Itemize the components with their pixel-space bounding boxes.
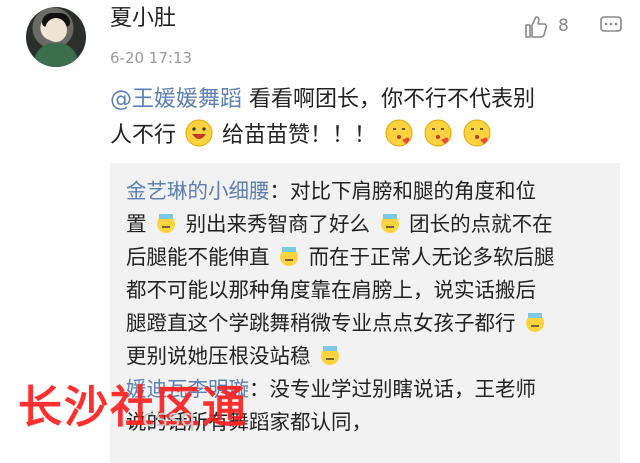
comment-text-line2-after: 给苗苗赞！！！ [215, 123, 377, 148]
quoted-line: ：对比下肩膀和腿的角度和位 [269, 179, 537, 203]
comment-body: @王媛媛舞蹈 看看啊团长，你不行不代表别 人不行 给苗苗赞！！！ [110, 82, 620, 154]
kiss-emoji-icon [463, 119, 491, 147]
sweat-emoji-icon [321, 346, 340, 365]
comment-text-line2: 人不行 [110, 123, 177, 148]
comment-icon[interactable] [600, 16, 622, 32]
kiss-emoji-icon [385, 119, 413, 147]
watermark-logo: 长沙社区通 [18, 382, 248, 433]
quoted-line: 都不可能以那种角度靠在肩膀上，说实话搬后 [126, 278, 536, 302]
sweat-emoji-icon [380, 214, 399, 233]
quoted-line: 更别说她压根没站稳 [126, 344, 311, 368]
watermark-url: cssq [142, 404, 196, 432]
comment-text-line1: 看看啊团长，你不行不代表别 [242, 87, 536, 112]
sweat-emoji-icon [280, 247, 299, 266]
sweat-emoji-icon [526, 313, 545, 332]
quoted-line: 置 [126, 212, 147, 236]
quoted-line: ：没专业学过别瞎说话，王老师 [249, 377, 536, 401]
quoted-line: 而在于正常人无论多软后腿 [308, 245, 555, 269]
avatar-shirt [34, 43, 78, 67]
quoted-line: 团长的点就不在 [409, 212, 553, 236]
sweat-emoji-icon [157, 214, 176, 233]
quoted-line: 别出来秀智商了好么 [185, 212, 371, 236]
quoted-line: 腿蹬直这个学跳舞稍微专业点点女孩子都行 [126, 311, 516, 335]
username[interactable]: 夏小肚 [110, 4, 176, 34]
thumbs-up-icon[interactable] [523, 14, 549, 40]
like-count: 8 [558, 16, 569, 36]
kiss-emoji-icon [424, 119, 452, 147]
quoted-username[interactable]: 金艺琳的小细腰 [126, 179, 270, 203]
mention-link[interactable]: @王媛媛舞蹈 [110, 87, 242, 112]
quoted-line: 后腿能不能伸直 [126, 245, 270, 269]
avatar[interactable] [26, 7, 86, 67]
avatar-face [45, 18, 67, 42]
laugh-emoji-icon [185, 119, 213, 147]
timestamp: 6-20 17:13 [110, 49, 193, 67]
